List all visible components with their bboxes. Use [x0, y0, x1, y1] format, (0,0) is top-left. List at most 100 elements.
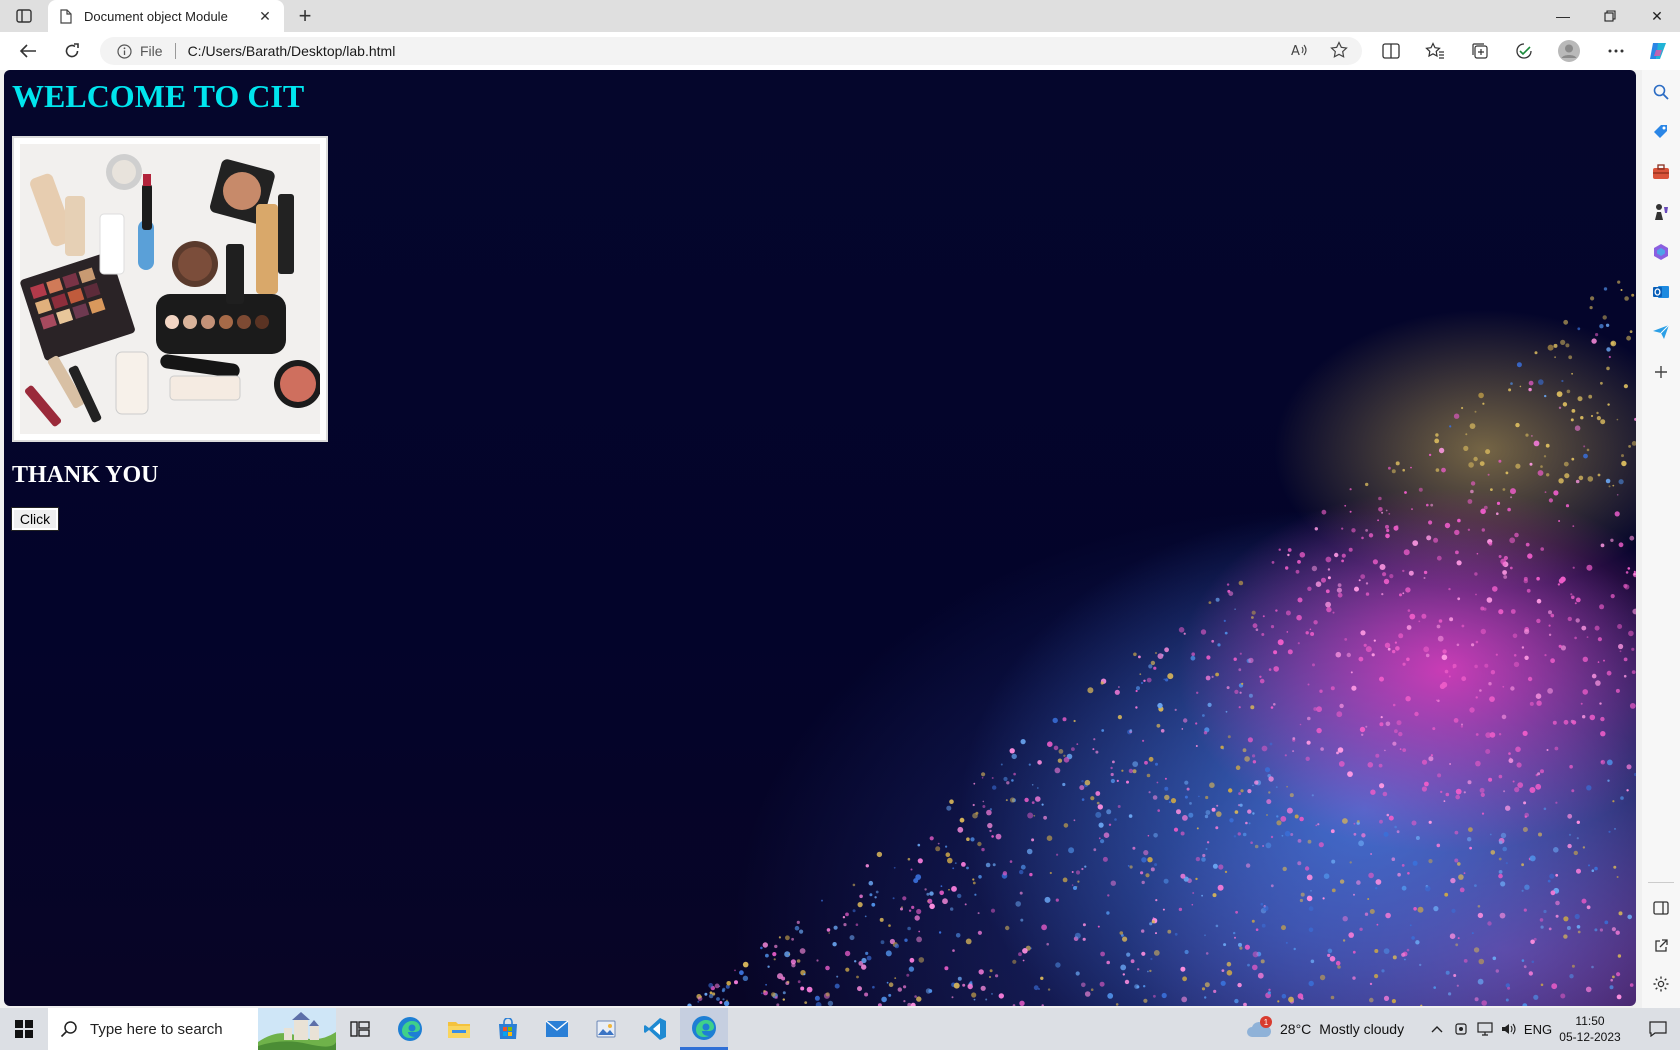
wallpaper-particle — [1031, 784, 1034, 786]
more-options-icon[interactable] — [1602, 38, 1630, 64]
wallpaper-particle — [845, 912, 849, 917]
info-icon[interactable] — [116, 43, 132, 59]
wallpaper-particle — [1286, 807, 1293, 814]
wallpaper-particle — [1299, 552, 1306, 558]
wallpaper-particle — [762, 942, 768, 948]
office-icon[interactable] — [1651, 242, 1671, 262]
wallpaper-particle — [1599, 702, 1602, 705]
wallpaper-particle — [1435, 468, 1440, 472]
browser-essentials-icon[interactable] — [1510, 38, 1538, 64]
wallpaper-particle — [1204, 814, 1209, 819]
wallpaper-particle — [1308, 927, 1314, 933]
wallpaper-particle — [903, 985, 907, 989]
click-button[interactable]: Click — [11, 507, 59, 531]
wallpaper-particle — [1553, 343, 1558, 348]
profile-avatar-icon[interactable] — [1555, 38, 1583, 64]
weather-widget[interactable]: 1 28°C Mostly cloudy — [1246, 1008, 1404, 1050]
close-window-icon[interactable]: ✕ — [1634, 0, 1680, 32]
wallpaper-particle — [1101, 729, 1105, 732]
wallpaper-particle — [845, 967, 850, 972]
wallpaper-particle — [1081, 798, 1085, 801]
wallpaper-particle — [1449, 617, 1454, 622]
wallpaper-particle — [1536, 700, 1542, 706]
wallpaper-particle — [1557, 583, 1561, 586]
wallpaper-particle — [964, 903, 967, 906]
url-text[interactable]: C:/Users/Barath/Desktop/lab.html — [188, 43, 396, 59]
store-icon[interactable] — [484, 1008, 532, 1050]
wallpaper-particle — [1603, 287, 1608, 291]
task-view-icon[interactable] — [336, 1008, 384, 1050]
tag-icon[interactable] — [1651, 122, 1671, 142]
volume-icon[interactable] — [1498, 1008, 1520, 1050]
wallpaper-particle — [1489, 833, 1492, 836]
windows-start-icon[interactable] — [0, 1008, 48, 1050]
add-icon[interactable] — [1651, 362, 1671, 382]
wallpaper-particle — [776, 1003, 780, 1006]
browser-tab[interactable]: Document object Module ✕ — [48, 0, 284, 32]
wallpaper-particle — [1041, 803, 1044, 806]
wallpaper-particle — [1548, 498, 1553, 503]
favorites-icon[interactable] — [1421, 38, 1449, 64]
wallpaper-particle — [1558, 478, 1564, 484]
svg-text:A: A — [1291, 44, 1300, 58]
wallpaper-particle — [854, 960, 857, 963]
network-icon[interactable] — [1474, 1008, 1496, 1050]
vscode-icon[interactable] — [631, 1008, 679, 1050]
settings-icon[interactable] — [1651, 974, 1671, 994]
wallpaper-particle — [1591, 673, 1597, 679]
wallpaper-particle — [1597, 637, 1602, 642]
minimize-icon[interactable]: — — [1540, 0, 1586, 32]
wallpaper-particle — [1570, 593, 1573, 596]
mail-icon[interactable] — [533, 1008, 581, 1050]
wallpaper-particle — [1496, 512, 1499, 515]
panel-icon[interactable] — [1651, 898, 1671, 918]
photos-icon[interactable] — [582, 1008, 630, 1050]
wallpaper-particle — [1480, 508, 1486, 515]
meet-now-icon[interactable] — [1450, 1008, 1472, 1050]
wallpaper-particle — [1381, 969, 1385, 973]
back-icon[interactable] — [14, 38, 42, 64]
wallpaper-particle — [1412, 540, 1419, 546]
wallpaper-particle — [1320, 747, 1324, 751]
tab-actions-icon[interactable] — [12, 6, 36, 26]
outlook-icon[interactable] — [1651, 282, 1671, 302]
close-tab-icon[interactable]: ✕ — [256, 7, 274, 25]
wallpaper-particle — [796, 959, 801, 963]
send-icon[interactable] — [1651, 322, 1671, 342]
wallpaper-particle — [1599, 928, 1603, 932]
chevron-up-icon[interactable] — [1426, 1008, 1448, 1050]
wallpaper-particle — [1238, 942, 1242, 947]
wallpaper-particle — [1190, 655, 1196, 661]
chess-icon[interactable] — [1651, 202, 1671, 222]
copilot-icon[interactable] — [1644, 38, 1672, 64]
taskbar-search-box[interactable]: Type here to search — [48, 1008, 336, 1050]
split-screen-icon[interactable] — [1377, 38, 1405, 64]
toolbox-icon[interactable] — [1651, 162, 1671, 182]
file-explorer-icon[interactable] — [435, 1008, 483, 1050]
url-box[interactable]: File C:/Users/Barath/Desktop/lab.html — [100, 37, 1362, 65]
notifications-icon[interactable] — [1636, 1008, 1680, 1050]
edge-icon[interactable] — [386, 1008, 434, 1050]
wallpaper-particle — [1167, 929, 1172, 934]
favorite-star-icon[interactable] — [1326, 37, 1352, 63]
wallpaper-particle — [1047, 988, 1051, 991]
wallpaper-particle — [1610, 538, 1614, 542]
language-indicator[interactable]: ENG — [1522, 1008, 1554, 1050]
edge-active-icon[interactable] — [680, 1008, 728, 1050]
external-icon[interactable] — [1651, 936, 1671, 956]
wallpaper-particle — [1576, 837, 1579, 840]
refresh-icon[interactable] — [58, 38, 86, 64]
search-icon[interactable] — [1651, 82, 1671, 102]
wallpaper-particle — [1082, 923, 1086, 927]
wallpaper-particle — [1369, 909, 1375, 914]
new-tab-icon[interactable]: + — [293, 3, 317, 28]
restore-icon[interactable] — [1587, 0, 1633, 32]
collections-icon[interactable] — [1466, 38, 1494, 64]
wallpaper-particle — [1157, 809, 1160, 812]
clock[interactable]: 11:50 05-12-2023 — [1554, 1013, 1626, 1045]
wallpaper-particle — [1477, 912, 1484, 919]
wallpaper-particle — [1365, 529, 1368, 532]
wallpaper-particle — [760, 946, 763, 950]
wallpaper-particle — [1525, 542, 1530, 547]
read-aloud-icon[interactable]: A — [1286, 37, 1312, 63]
